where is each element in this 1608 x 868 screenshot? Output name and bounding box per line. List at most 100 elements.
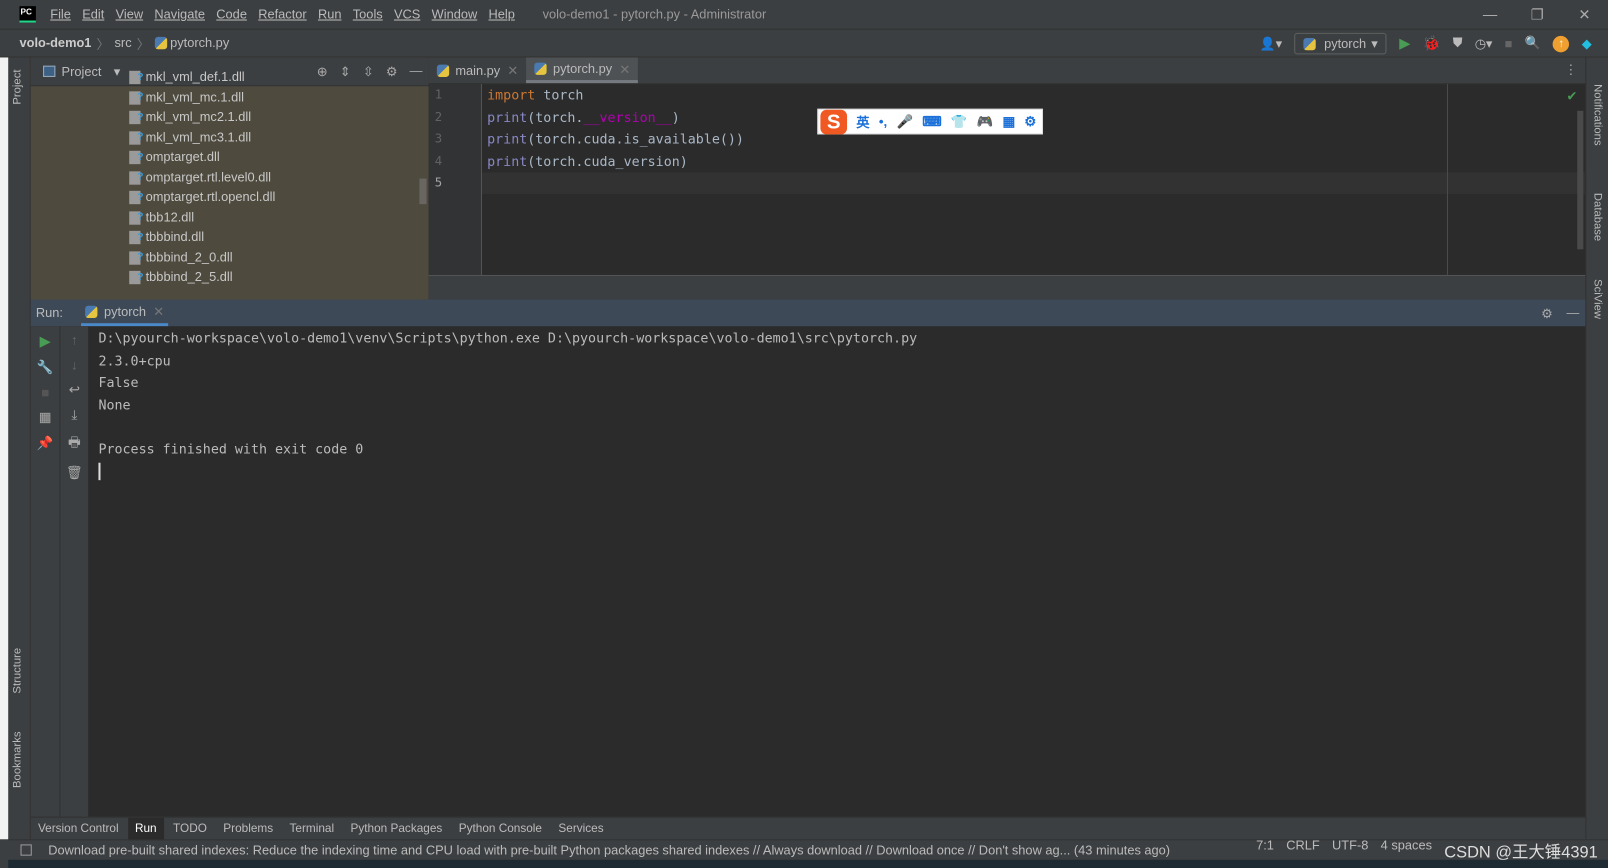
coverage-icon[interactable]: ⛊ xyxy=(1453,36,1463,51)
project-tool-button[interactable]: Project xyxy=(11,70,23,105)
menu-file[interactable]: File xyxy=(50,7,71,21)
notifications-tool-button[interactable]: Notifications xyxy=(1592,84,1604,145)
close-tab-icon[interactable]: ✕ xyxy=(619,61,630,76)
apps-icon[interactable]: ▦ xyxy=(1002,113,1015,129)
status-message[interactable]: Download pre-built shared indexes: Reduc… xyxy=(48,843,1170,857)
collapse-all-icon[interactable]: ⇳ xyxy=(363,64,374,79)
locate-icon[interactable]: ⊕ xyxy=(317,64,328,79)
debug-icon[interactable]: 🐞 xyxy=(1423,35,1441,52)
file-tree-item[interactable]: tbbbind.dll xyxy=(129,228,275,248)
line-separator[interactable]: CRLF xyxy=(1286,838,1319,863)
stop-icon[interactable]: ■ xyxy=(41,385,49,400)
menu-run[interactable]: Run xyxy=(318,7,342,21)
user-icon[interactable]: 👤▾ xyxy=(1260,35,1282,51)
file-tree-item[interactable]: mkl_vml_mc3.1.dll xyxy=(129,127,275,148)
file-tree-item[interactable]: tbbbind_2_5.dll xyxy=(129,268,275,288)
menu-refactor[interactable]: Refactor xyxy=(258,7,306,21)
file-tree-item[interactable]: tbb12.dll xyxy=(129,208,275,228)
rerun-icon[interactable]: ▶ xyxy=(40,332,51,349)
menu-tools[interactable]: Tools xyxy=(353,7,383,21)
stop-icon[interactable]: ■ xyxy=(1505,36,1513,50)
gear-icon[interactable]: ⚙ xyxy=(386,64,398,79)
file-name: omptarget.rtl.level0.dll xyxy=(145,169,272,185)
sciview-tool-button[interactable]: SciView xyxy=(1592,279,1604,319)
close-tab-icon[interactable]: ✕ xyxy=(153,304,164,319)
menu-view[interactable]: View xyxy=(116,7,144,21)
scroll-to-end-icon[interactable]: ⤓ xyxy=(71,407,77,423)
profile-icon[interactable]: ◷▾ xyxy=(1475,36,1493,51)
indent[interactable]: 4 spaces xyxy=(1381,838,1432,863)
game-icon[interactable]: 🎮 xyxy=(977,113,994,129)
menu-help[interactable]: Help xyxy=(489,7,515,21)
tab-version-control[interactable]: Version Control xyxy=(31,817,126,840)
menu-navigate[interactable]: Navigate xyxy=(154,7,205,21)
scrollbar[interactable] xyxy=(419,178,427,205)
tab-services[interactable]: Services xyxy=(551,817,611,840)
keyboard-icon[interactable]: ⌨ xyxy=(922,113,941,129)
layout-icon[interactable]: ▦ xyxy=(39,409,52,425)
file-tree-item[interactable]: tbbbind_2_0.dll xyxy=(129,248,275,268)
jetbrains-icon[interactable]: ◆ xyxy=(1582,36,1592,51)
ime-mode[interactable]: 英 xyxy=(856,112,869,131)
settings-icon[interactable]: ⚙ xyxy=(1024,113,1036,129)
menu-code[interactable]: Code xyxy=(216,7,247,21)
file-encoding[interactable]: UTF-8 xyxy=(1332,838,1368,863)
file-tree-item[interactable]: mkl_vml_def.1.dll xyxy=(129,67,275,88)
bookmarks-tool-button[interactable]: Bookmarks xyxy=(11,732,23,788)
more-icon[interactable]: ⋮ xyxy=(1564,62,1577,77)
line-number: 4 xyxy=(434,153,443,168)
project-title[interactable]: Project xyxy=(62,64,102,78)
structure-tool-button[interactable]: Structure xyxy=(11,648,23,694)
sogou-logo[interactable]: S xyxy=(820,109,848,134)
hide-icon[interactable]: — xyxy=(1566,306,1579,320)
tab-main-py[interactable]: main.py ✕ xyxy=(429,57,527,83)
file-tree-item[interactable]: omptarget.rtl.level0.dll xyxy=(129,167,275,188)
restore-button[interactable]: ❐ xyxy=(1514,0,1561,29)
menu-vcs[interactable]: VCS xyxy=(394,7,420,21)
file-tree-item[interactable]: omptarget.rtl.opencl.dll xyxy=(129,188,275,208)
run-icon[interactable]: ▶ xyxy=(1399,35,1410,52)
hide-icon[interactable]: — xyxy=(410,64,423,79)
toggle-panels-icon[interactable] xyxy=(20,844,32,856)
pin-icon[interactable]: 📌 xyxy=(37,435,54,451)
tab-todo[interactable]: TODO xyxy=(166,817,214,840)
ime-punct[interactable]: •, xyxy=(879,114,887,129)
tab-problems[interactable]: Problems xyxy=(216,817,280,840)
menu-edit[interactable]: Edit xyxy=(82,7,104,21)
line-number: 3 xyxy=(434,131,443,146)
run-tab-pytorch[interactable]: pytorch ✕ xyxy=(81,300,169,327)
file-tree-item[interactable]: omptarget.dll xyxy=(129,147,275,168)
tab-python-console[interactable]: Python Console xyxy=(452,817,550,840)
tab-run[interactable]: Run xyxy=(127,817,164,840)
breadcrumb-file[interactable]: pytorch.py xyxy=(170,36,229,50)
breadcrumb-project[interactable]: volo-demo1 xyxy=(19,36,91,50)
down-icon[interactable]: ↓ xyxy=(71,357,78,372)
tab-terminal[interactable]: Terminal xyxy=(282,817,341,840)
breadcrumb-src[interactable]: src xyxy=(115,36,132,50)
database-tool-button[interactable]: Database xyxy=(1592,193,1604,241)
gear-icon[interactable]: ⚙ xyxy=(1541,305,1553,320)
close-tab-icon[interactable]: ✕ xyxy=(507,63,518,78)
console-output[interactable]: D:\pyourch-workspace\volo-demo1\venv\Scr… xyxy=(98,328,917,481)
microphone-icon[interactable]: 🎤 xyxy=(896,113,913,129)
wrench-icon[interactable]: 🔧 xyxy=(37,359,54,375)
file-tree-item[interactable]: mkl_vml_mc2.1.dll xyxy=(129,107,275,128)
trash-icon[interactable]: 🗑 xyxy=(66,465,83,481)
skin-icon[interactable]: 👕 xyxy=(951,113,968,129)
minimize-button[interactable]: — xyxy=(1466,0,1513,29)
expand-all-icon[interactable]: ⇕ xyxy=(340,64,351,79)
code-area[interactable]: import torch print(torch.__version__) pr… xyxy=(487,85,744,195)
tab-pytorch-py[interactable]: pytorch.py ✕ xyxy=(526,57,639,84)
run-config-select[interactable]: pytorch ▾ xyxy=(1294,32,1387,55)
update-icon[interactable]: ↑ xyxy=(1552,35,1570,52)
caret-position[interactable]: 7:1 xyxy=(1256,838,1274,863)
menu-window[interactable]: Window xyxy=(432,7,478,21)
close-button[interactable]: ✕ xyxy=(1561,0,1608,29)
editor-scrollbar[interactable] xyxy=(1577,110,1584,250)
search-icon[interactable]: 🔍 xyxy=(1525,36,1541,51)
tab-python-packages[interactable]: Python Packages xyxy=(343,817,449,840)
up-icon[interactable]: ↑ xyxy=(71,332,78,347)
print-icon[interactable]: 🖶 xyxy=(68,433,81,456)
soft-wrap-icon[interactable]: ↩ xyxy=(69,382,80,398)
file-tree-item[interactable]: mkl_vml_mc.1.dll xyxy=(129,87,275,108)
